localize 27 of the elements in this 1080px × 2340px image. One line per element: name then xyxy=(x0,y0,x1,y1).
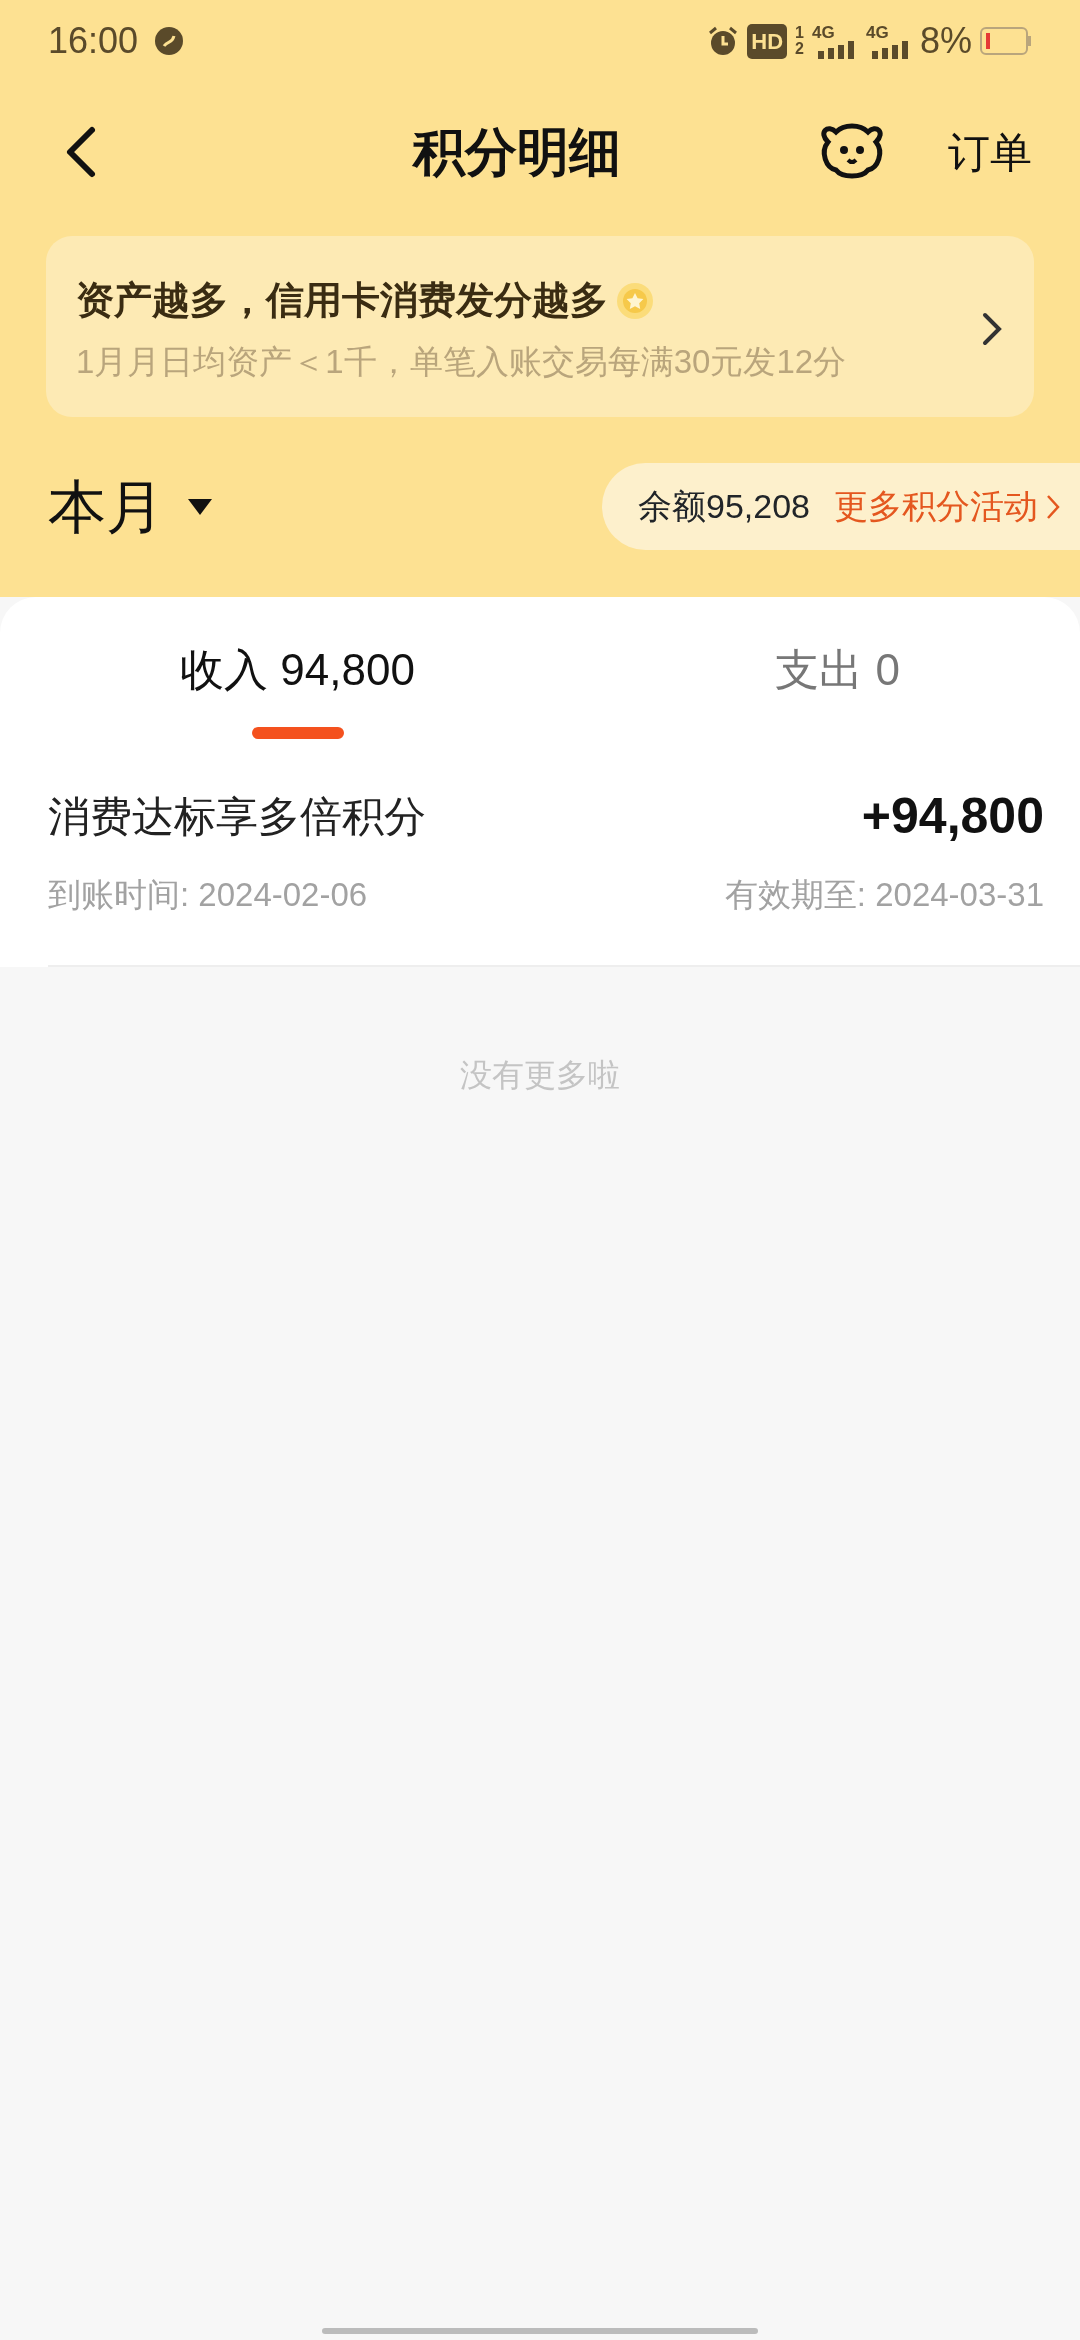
status-time: 16:00 xyxy=(48,19,139,63)
app-icon xyxy=(154,26,185,56)
alarm-icon xyxy=(707,25,740,57)
chevron-right-icon xyxy=(1046,493,1060,520)
star-coin-icon xyxy=(616,281,654,320)
period-dropdown[interactable]: 本月 xyxy=(48,463,164,550)
network-label: 4G xyxy=(811,23,835,41)
record-title: 消费达标享多倍积分 xyxy=(48,791,426,842)
balance-text: 余额95,208 xyxy=(638,486,810,527)
expiry-date: 有效期至: 2024-03-31 xyxy=(724,874,1044,915)
banner-title: 资产越多，信用卡消费发分越多 xyxy=(76,278,608,323)
tab[interactable]: 收入 94,800 xyxy=(0,596,596,739)
sim-label: 1 xyxy=(795,25,804,41)
dropdown-caret-icon[interactable] xyxy=(188,498,212,515)
promo-banner[interactable]: 资产越多，信用卡消费发分越多 1月月日均资产＜1千，单笔入账交易每满30元发12分 xyxy=(46,236,1034,417)
sim-label: 2 xyxy=(795,41,804,57)
page-title: 积分明细 xyxy=(413,122,621,183)
chevron-right-icon xyxy=(980,311,1004,348)
battery-icon xyxy=(980,27,1032,55)
network-label: 4G xyxy=(865,23,889,41)
banner-subtitle: 1月月日均资产＜1千，单笔入账交易每满30元发12分 xyxy=(76,342,847,382)
battery-percent: 8% xyxy=(919,19,972,63)
arrival-date: 到账时间: 2024-02-06 xyxy=(48,874,368,915)
hd-label: HD xyxy=(747,23,788,59)
orders-link[interactable]: 订单 xyxy=(948,120,1032,184)
record-amount: +94,800 xyxy=(861,786,1044,846)
tab[interactable]: 支出 0 xyxy=(595,596,1080,739)
